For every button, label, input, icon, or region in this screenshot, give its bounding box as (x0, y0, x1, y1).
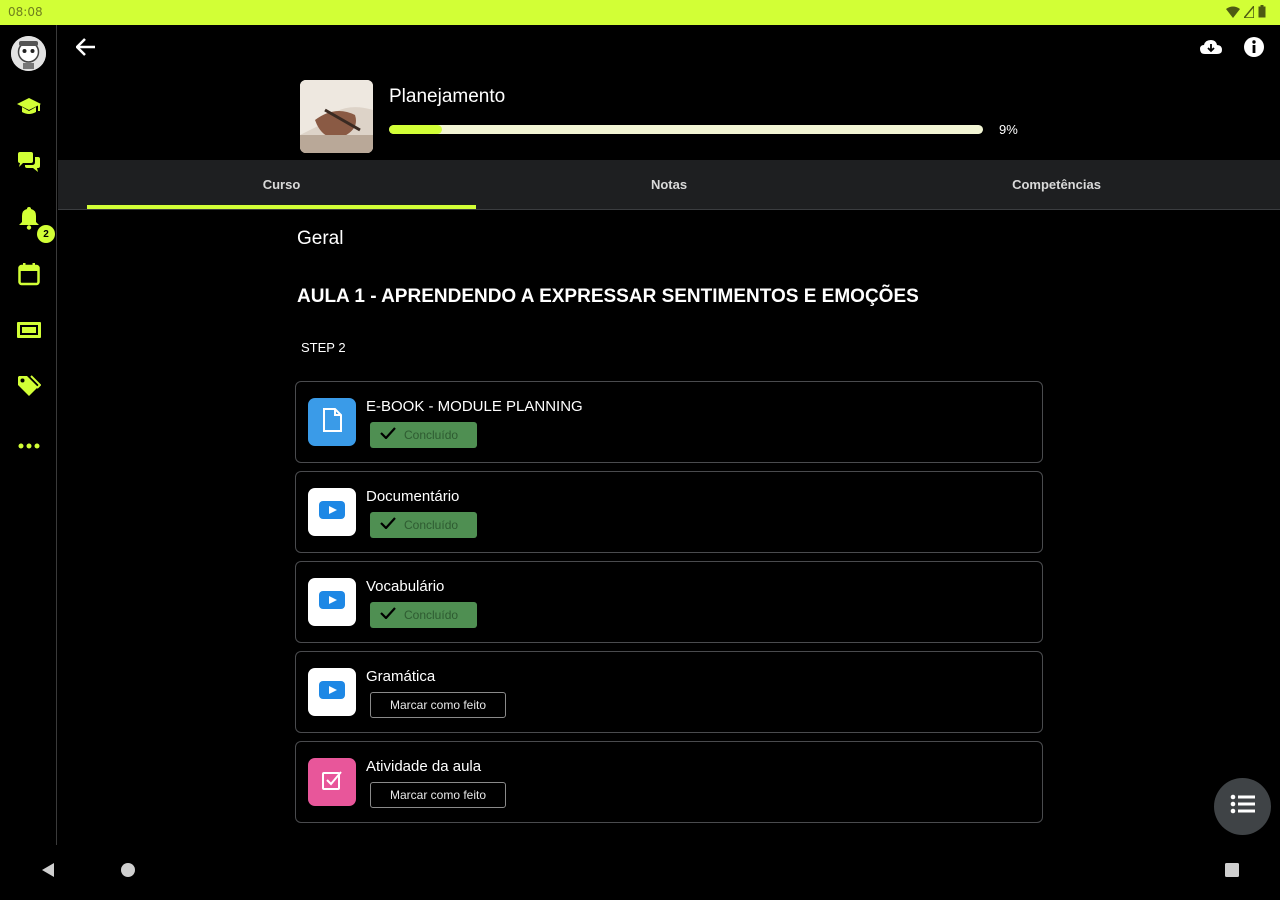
circle-home-icon (120, 862, 136, 883)
square-recents-icon (1224, 862, 1240, 883)
signal-icon (1242, 3, 1255, 23)
course-progress-label: 9% (999, 122, 1018, 137)
completed-label: Concluído (404, 428, 459, 442)
more-dots-icon (18, 436, 40, 454)
course-progress-bar (389, 125, 983, 134)
course-index-button[interactable] (1214, 778, 1271, 835)
video-play-icon (319, 680, 345, 704)
tab-bar: Curso Notas Competências (58, 160, 1280, 210)
activity-card[interactable]: Documentário Concluído (295, 471, 1043, 553)
activity-icon (308, 758, 356, 806)
completed-label: Concluído (404, 518, 459, 532)
activity-card[interactable]: E-BOOK - MODULE PLANNING Concluído (295, 381, 1043, 463)
active-tab-indicator (87, 205, 476, 209)
completed-label: Concluído (404, 608, 459, 622)
rail-item-more[interactable] (12, 428, 45, 461)
download-button[interactable] (1198, 36, 1224, 62)
mark-as-done-button[interactable]: Marcar como feito (370, 782, 506, 808)
activity-name: Vocabulário (366, 578, 445, 595)
tab-curso[interactable]: Curso (87, 160, 476, 209)
ticket-icon (16, 321, 42, 344)
activity-name: Atividade da aula (366, 758, 482, 775)
completed-badge[interactable]: Concluído (370, 512, 477, 538)
avatar[interactable] (11, 36, 46, 71)
info-icon (1243, 36, 1265, 63)
activity-card[interactable]: Gramática Marcar como feito (295, 651, 1043, 733)
completed-badge[interactable]: Concluído (370, 422, 477, 448)
nav-home-button[interactable] (117, 861, 139, 883)
course-title: Planejamento (389, 86, 506, 107)
activity-icon (308, 668, 356, 716)
assignment-check-icon (321, 769, 343, 796)
rail-item-messages[interactable] (12, 148, 45, 181)
check-icon (380, 606, 396, 624)
mark-as-done-button[interactable]: Marcar como feito (370, 692, 506, 718)
activity-name: E-BOOK - MODULE PLANNING (366, 398, 583, 415)
rail-item-grades[interactable] (12, 316, 45, 349)
check-icon (380, 426, 396, 444)
cloud-download-icon (1200, 39, 1222, 60)
rail-item-calendar[interactable] (12, 260, 45, 293)
step-label: STEP 2 (301, 340, 346, 355)
video-play-icon (319, 590, 345, 614)
nav-recents-button[interactable] (1221, 861, 1243, 883)
completed-badge[interactable]: Concluído (370, 602, 477, 628)
triangle-back-icon (41, 862, 55, 883)
check-icon (380, 516, 396, 534)
battery-icon (1258, 5, 1266, 23)
video-play-icon (319, 500, 345, 524)
activity-name: Documentário (366, 488, 460, 505)
calendar-icon (17, 262, 40, 291)
back-button[interactable] (72, 35, 100, 63)
activity-icon (308, 398, 356, 446)
activity-card[interactable]: Atividade da aula Marcar como feito (295, 741, 1043, 823)
notification-badge: 2 (37, 225, 55, 243)
activity-icon (308, 488, 356, 536)
info-button[interactable] (1241, 36, 1267, 62)
arrow-left-icon (75, 37, 96, 61)
side-rail: 2 (0, 25, 57, 845)
status-icons (1226, 3, 1266, 23)
section-title: Geral (297, 228, 344, 249)
course-thumbnail (300, 80, 373, 153)
activity-card[interactable]: Vocabulário Concluído (295, 561, 1043, 643)
lesson-title: AULA 1 - APRENDENDO A EXPRESSAR SENTIMEN… (297, 286, 919, 307)
nav-back-button[interactable] (37, 861, 59, 883)
status-time: 08:08 (8, 5, 43, 19)
course-progress-fill (389, 125, 443, 134)
bell-icon (18, 206, 40, 235)
tab-competencias[interactable]: Competências (862, 160, 1251, 209)
list-icon (1230, 794, 1256, 819)
document-icon (322, 407, 342, 437)
activity-icon (308, 578, 356, 626)
graduation-cap-icon (16, 96, 42, 121)
tag-icon (17, 375, 41, 402)
tab-notas[interactable]: Notas (476, 160, 862, 209)
wifi-icon (1226, 5, 1240, 23)
status-bar: 08:08 (0, 0, 1280, 25)
chat-bubbles-icon (16, 151, 42, 178)
rail-item-courses[interactable] (12, 92, 45, 125)
activity-name: Gramática (366, 668, 436, 685)
rail-item-tags[interactable] (12, 372, 45, 405)
